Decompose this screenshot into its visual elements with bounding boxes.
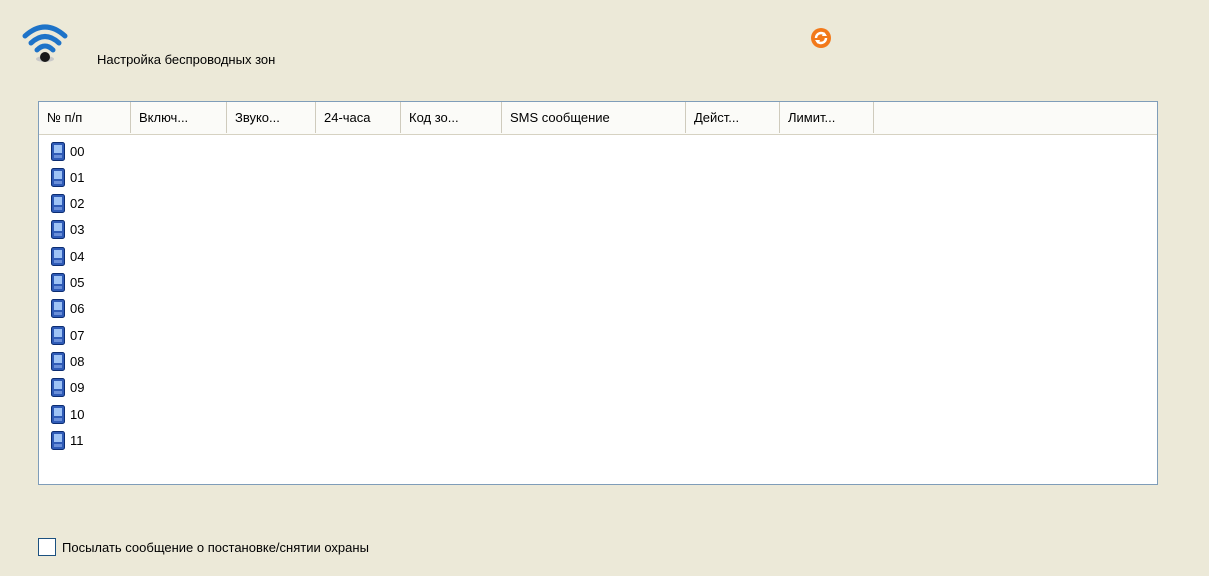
page-title: Настройка беспроводных зон (97, 52, 276, 67)
zone-device-icon (51, 299, 65, 319)
zone-device-icon (51, 141, 65, 161)
col-number[interactable]: № п/п (39, 102, 131, 133)
zones-list[interactable]: № п/п Включ... Звуко... 24-часа Код зо..… (38, 101, 1158, 485)
zone-row-label: 05 (70, 275, 85, 290)
col-limit[interactable]: Лимит... (780, 102, 874, 133)
zone-device-icon (51, 220, 65, 240)
zone-row[interactable]: 08 (51, 348, 84, 374)
zone-row[interactable]: 05 (51, 270, 84, 296)
zone-row-label: 06 (70, 301, 85, 317)
zone-row-label: 03 (70, 222, 85, 238)
zone-row[interactable]: 09 (51, 375, 84, 401)
zone-row[interactable]: 02 (51, 191, 84, 217)
zone-row[interactable]: 10 (51, 401, 84, 427)
zone-row[interactable]: 06 (51, 296, 84, 322)
zone-row-label: 01 (70, 169, 85, 185)
send-message-option[interactable]: Посылать сообщение о постановке/снятии о… (38, 538, 369, 556)
column-header: № п/п Включ... Звуко... 24-часа Код зо..… (39, 102, 1157, 135)
page-header: Настройка беспроводных зон (22, 22, 1182, 76)
zone-device-icon (51, 351, 65, 371)
zone-device-icon (51, 404, 65, 424)
zone-row[interactable]: 01 (51, 164, 84, 190)
zone-device-icon (51, 378, 65, 398)
zone-row[interactable]: 11 (51, 427, 84, 453)
refresh-icon[interactable] (810, 27, 832, 49)
zone-row[interactable]: 04 (51, 243, 84, 269)
col-24h[interactable]: 24-часа (316, 102, 401, 133)
zone-row-label: 11 (70, 432, 84, 448)
zone-row-label: 00 (70, 143, 85, 159)
zone-row-label: 10 (70, 406, 85, 422)
zone-row-label: 07 (70, 327, 85, 343)
zone-row-label: 04 (70, 248, 85, 264)
col-action[interactable]: Дейст... (686, 102, 780, 133)
zone-device-icon (51, 325, 65, 345)
wireless-icon (22, 24, 68, 62)
zone-device-icon (51, 194, 65, 214)
zone-row[interactable]: 03 (51, 217, 84, 243)
zone-row-label: 02 (70, 196, 85, 212)
col-sms-message[interactable]: SMS сообщение (502, 102, 686, 133)
zone-row[interactable]: 00 (51, 138, 84, 164)
zone-device-icon (51, 167, 65, 187)
zone-row-label: 08 (70, 353, 85, 369)
zone-device-icon (51, 273, 65, 292)
zone-row[interactable]: 07 (51, 322, 84, 348)
col-zone-code[interactable]: Код зо... (401, 102, 502, 133)
col-sound[interactable]: Звуко... (227, 102, 316, 133)
zone-row-label: 09 (70, 380, 85, 396)
zone-device-icon (51, 430, 65, 450)
send-message-checkbox[interactable] (38, 538, 56, 556)
zone-device-icon (51, 246, 65, 266)
send-message-label: Посылать сообщение о постановке/снятии о… (62, 539, 369, 555)
col-enabled[interactable]: Включ... (131, 102, 227, 133)
